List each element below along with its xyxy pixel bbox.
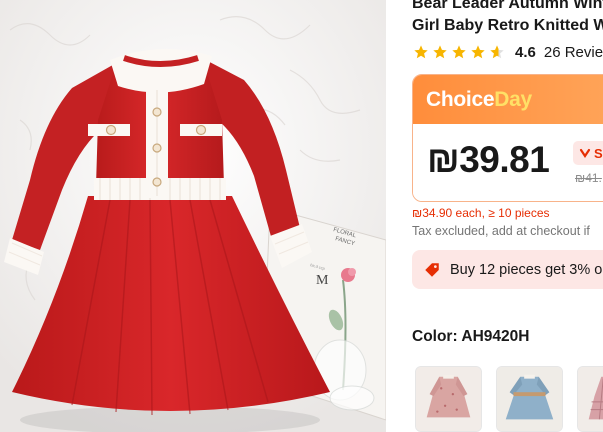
color-option-pink-plaid[interactable]	[577, 366, 603, 432]
product-title-line2: Girl Baby Retro Knitted Wo	[412, 17, 603, 34]
choice-day-logo: ChoiceDay	[426, 87, 532, 111]
product-title[interactable]: Bear Leader Autumn Winter Girl Baby Retr…	[412, 0, 603, 37]
half-star-icon	[490, 45, 504, 59]
rating-score: 4.6	[515, 43, 536, 61]
color-selector-label: Color: AH9420H	[412, 328, 529, 346]
svg-text:M: M	[316, 273, 329, 288]
product-photo: FLORAL FANCY ba.d ccp M	[0, 0, 386, 432]
product-title-line1: Bear Leader Autumn Winter	[412, 0, 603, 12]
original-price: ₪41.	[575, 171, 602, 185]
star-icon	[433, 45, 447, 59]
current-price: ₪39.81	[427, 139, 550, 180]
tax-note: Tax excluded, add at checkout if	[412, 224, 590, 238]
star-rating	[413, 44, 505, 60]
star-icon	[452, 45, 466, 59]
sale-badge: Sa	[573, 141, 603, 165]
product-image[interactable]: FLORAL FANCY ba.d ccp M	[0, 0, 386, 432]
star-icon	[471, 45, 485, 59]
color-options	[415, 366, 603, 432]
plaid-dress-thumbnail	[578, 367, 603, 431]
price-body: ₪39.81 Sa ₪41.	[413, 124, 603, 201]
promo-text: Buy 12 pieces get 3% o	[450, 261, 603, 278]
rating-summary[interactable]: 4.6 26 Reviews	[413, 42, 603, 62]
down-arrow-icon	[579, 148, 591, 158]
price-card: ChoiceDay ₪39.81 Sa ₪41.	[412, 74, 603, 202]
choice-day-banner: ChoiceDay	[413, 75, 603, 124]
blue-dress-thumbnail	[497, 367, 562, 431]
color-option-blue-denim[interactable]	[496, 366, 563, 432]
product-info-panel: Bear Leader Autumn Winter Girl Baby Retr…	[386, 0, 603, 432]
bulk-discount-promo[interactable]: Buy 12 pieces get 3% o	[412, 250, 603, 289]
sale-badge-label: Sa	[594, 145, 603, 161]
coupon-tag-icon	[425, 262, 439, 277]
color-option-pink-floral[interactable]	[415, 366, 482, 432]
bulk-price-note: ₪34.90 each, ≥ 10 pieces	[412, 206, 550, 220]
review-count-link[interactable]: 26 Reviews	[544, 44, 603, 61]
star-icon	[414, 45, 428, 59]
pink-dress-thumbnail	[416, 367, 481, 431]
color-value: AH9420H	[461, 328, 530, 345]
color-label: Color:	[412, 328, 462, 345]
